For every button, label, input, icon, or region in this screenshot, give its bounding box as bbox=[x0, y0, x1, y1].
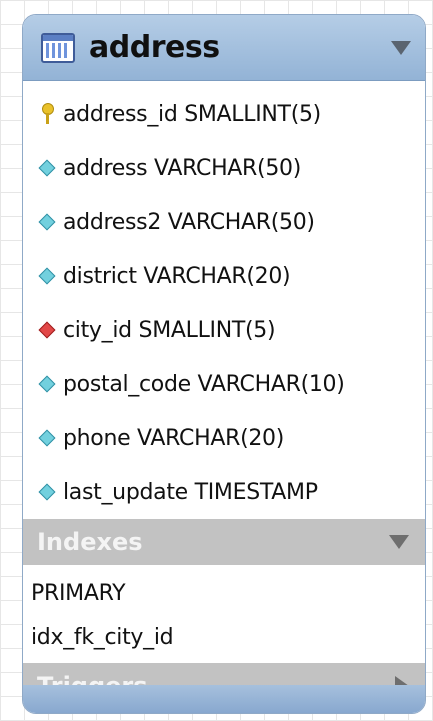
index-item[interactable]: PRIMARY bbox=[23, 571, 425, 615]
collapse-arrow-icon[interactable] bbox=[389, 535, 409, 549]
attribute-diamond-icon bbox=[38, 429, 56, 447]
column-row[interactable]: phone VARCHAR(20) bbox=[23, 411, 425, 465]
indexes-label: Indexes bbox=[37, 528, 143, 556]
column-text: postal_code VARCHAR(10) bbox=[63, 371, 345, 397]
index-list: PRIMARY idx_fk_city_id bbox=[23, 565, 425, 663]
table-title: address bbox=[89, 30, 220, 65]
column-text: last_update TIMESTAMP bbox=[63, 479, 318, 505]
table-icon bbox=[41, 32, 75, 63]
attribute-diamond-icon bbox=[38, 375, 56, 393]
collapse-arrow-icon[interactable] bbox=[391, 40, 411, 55]
column-list: address_id SMALLINT(5) address VARCHAR(5… bbox=[23, 81, 425, 519]
foreign-key-diamond-icon bbox=[38, 321, 56, 339]
column-row[interactable]: city_id SMALLINT(5) bbox=[23, 303, 425, 357]
table-footer bbox=[23, 685, 425, 713]
column-row[interactable]: last_update TIMESTAMP bbox=[23, 465, 425, 519]
table-entity-card[interactable]: address address_id SMALLINT(5) address V… bbox=[22, 14, 426, 714]
index-item[interactable]: idx_fk_city_id bbox=[23, 615, 425, 659]
column-text: city_id SMALLINT(5) bbox=[63, 317, 276, 343]
primary-key-icon bbox=[39, 103, 55, 125]
attribute-diamond-icon bbox=[38, 483, 56, 501]
column-row[interactable]: address VARCHAR(50) bbox=[23, 141, 425, 195]
column-row[interactable]: address_id SMALLINT(5) bbox=[23, 87, 425, 141]
attribute-diamond-icon bbox=[38, 267, 56, 285]
column-text: phone VARCHAR(20) bbox=[63, 425, 285, 451]
table-header[interactable]: address bbox=[23, 15, 425, 81]
column-row[interactable]: postal_code VARCHAR(10) bbox=[23, 357, 425, 411]
column-text: district VARCHAR(20) bbox=[63, 263, 291, 289]
column-row[interactable]: address2 VARCHAR(50) bbox=[23, 195, 425, 249]
indexes-section-header[interactable]: Indexes bbox=[23, 519, 425, 565]
column-text: address2 VARCHAR(50) bbox=[63, 209, 315, 235]
column-row[interactable]: district VARCHAR(20) bbox=[23, 249, 425, 303]
attribute-diamond-icon bbox=[38, 159, 56, 177]
column-text: address VARCHAR(50) bbox=[63, 155, 302, 181]
column-text: address_id SMALLINT(5) bbox=[63, 101, 321, 127]
attribute-diamond-icon bbox=[38, 213, 56, 231]
